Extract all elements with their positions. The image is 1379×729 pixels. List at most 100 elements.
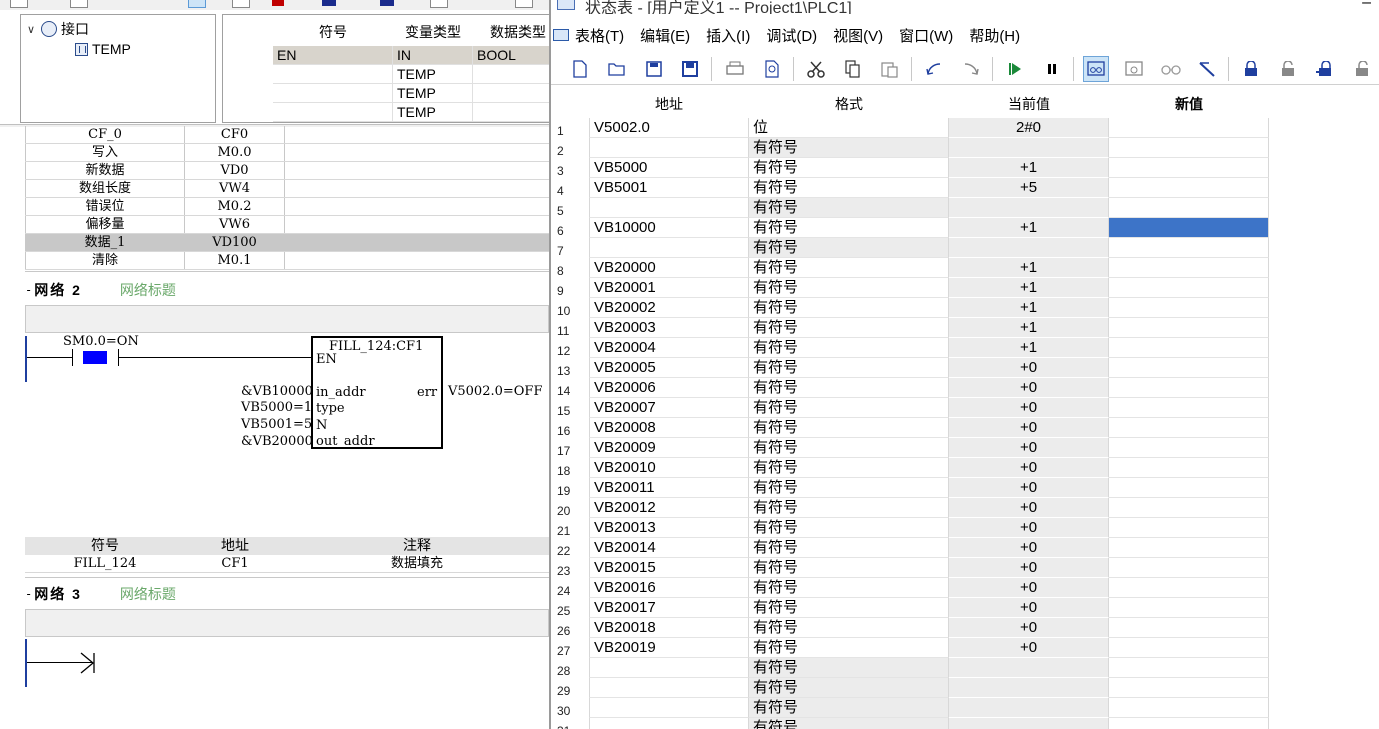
cell-new-value[interactable] xyxy=(1109,518,1269,538)
cell-data-type[interactable] xyxy=(473,65,549,84)
cell-address[interactable]: VB5001 xyxy=(589,178,749,198)
cell-address[interactable]: VB20017 xyxy=(589,598,749,618)
cell-new-value[interactable] xyxy=(1109,218,1269,238)
cell-symbol[interactable]: 偏移量 xyxy=(25,216,185,233)
row-number[interactable]: 16 xyxy=(551,418,589,438)
row-number[interactable]: 28 xyxy=(551,658,589,678)
row-number[interactable]: 25 xyxy=(551,598,589,618)
row-number[interactable]: 29 xyxy=(551,678,589,698)
column-header-current-value[interactable]: 当前值 xyxy=(949,90,1109,118)
cell-comment[interactable] xyxy=(285,144,549,161)
column-header-format[interactable]: 格式 xyxy=(749,90,949,118)
chevron-down-icon[interactable]: ∨ xyxy=(25,23,37,36)
cell-new-value[interactable] xyxy=(1109,598,1269,618)
cell-format[interactable]: 有符号 xyxy=(749,578,949,598)
cell-format[interactable]: 有符号 xyxy=(749,398,949,418)
lock-icon[interactable] xyxy=(1238,56,1264,82)
cell-address[interactable]: VB20009 xyxy=(589,438,749,458)
table-row[interactable]: 11 VB20003 有符号 +1 xyxy=(551,318,1269,338)
cell-symbol[interactable]: 数据_1 xyxy=(25,234,185,251)
cell-format[interactable]: 有符号 xyxy=(749,338,949,358)
single-read-icon[interactable] xyxy=(1121,56,1147,82)
glasses-icon[interactable] xyxy=(1158,56,1184,82)
cell-format[interactable]: 有符号 xyxy=(749,618,949,638)
redo-icon[interactable] xyxy=(958,56,984,82)
tree-node-interface[interactable]: ∨ 接口 xyxy=(25,19,89,39)
table-row[interactable]: 9 VB20001 有符号 +1 xyxy=(551,278,1269,298)
cell-format[interactable]: 有符号 xyxy=(749,558,949,578)
menu-debug[interactable]: 调试(D) xyxy=(766,25,817,46)
cell-new-value[interactable] xyxy=(1109,438,1269,458)
row-number[interactable]: 10 xyxy=(551,298,589,318)
cell-address[interactable]: VB20010 xyxy=(589,458,749,478)
cell-new-value[interactable] xyxy=(1109,718,1269,729)
table-row[interactable]: TEMP xyxy=(223,103,549,122)
table-row[interactable]: CF_0 CF0 xyxy=(25,126,549,144)
network-comment-title[interactable]: 网络标题 xyxy=(120,280,176,300)
cell-address[interactable]: M0.2 xyxy=(185,198,285,215)
row-number[interactable]: 14 xyxy=(551,378,589,398)
table-row[interactable]: 13 VB20005 有符号 +0 xyxy=(551,358,1269,378)
network-3-title[interactable]: - 网络 3 网络标题 xyxy=(25,584,176,604)
network-2-title[interactable]: - 网络 2 网络标题 xyxy=(25,280,176,300)
cell-new-value[interactable] xyxy=(1109,318,1269,338)
cell-address[interactable]: CF0 xyxy=(185,126,285,143)
table-row[interactable]: 27 VB20019 有符号 +0 xyxy=(551,638,1269,658)
cell-address[interactable]: VB20002 xyxy=(589,298,749,318)
row-number[interactable]: 2 xyxy=(551,138,589,158)
cell-data-type[interactable] xyxy=(473,103,549,122)
toolbar-button[interactable] xyxy=(430,0,448,8)
cell-address[interactable]: VW4 xyxy=(185,180,285,197)
cell-new-value[interactable] xyxy=(1109,158,1269,178)
cell-format[interactable]: 有符号 xyxy=(749,698,949,718)
table-row[interactable]: 新数据 VD0 xyxy=(25,162,549,180)
cell-address[interactable]: VB20000 xyxy=(589,258,749,278)
cell-address[interactable]: VB20019 xyxy=(589,638,749,658)
cell-address[interactable] xyxy=(589,678,749,698)
cell-format[interactable]: 有符号 xyxy=(749,158,949,178)
table-row[interactable]: 10 VB20002 有符号 +1 xyxy=(551,298,1269,318)
cell-symbol[interactable]: 新数据 xyxy=(25,162,185,179)
minimize-button[interactable]: – xyxy=(1362,0,1371,12)
table-row[interactable]: EN IN BOOL xyxy=(223,46,549,65)
toolbar-button[interactable] xyxy=(232,0,250,8)
table-row[interactable]: 偏移量 VW6 xyxy=(25,216,549,234)
table-row[interactable]: FILL_124 CF1 数据填充 xyxy=(25,555,549,573)
row-number[interactable]: 3 xyxy=(551,158,589,178)
write-icon[interactable] xyxy=(1194,56,1220,82)
fill-function-block[interactable]: FILL_124:CF1 EN in_addr type N out_addr … xyxy=(311,336,443,449)
network-comment-title[interactable]: 网络标题 xyxy=(120,584,176,604)
row-number[interactable]: 24 xyxy=(551,578,589,598)
cell-new-value[interactable] xyxy=(1109,298,1269,318)
cell-format[interactable]: 有符号 xyxy=(749,378,949,398)
table-row[interactable]: 14 VB20006 有符号 +0 xyxy=(551,378,1269,398)
cell-format[interactable]: 有符号 xyxy=(749,658,949,678)
cell-format[interactable]: 有符号 xyxy=(749,258,949,278)
copy-icon[interactable] xyxy=(840,56,866,82)
row-number[interactable]: 22 xyxy=(551,538,589,558)
cell-var-type[interactable]: TEMP xyxy=(393,103,473,122)
row-number[interactable]: 23 xyxy=(551,558,589,578)
cell-format[interactable]: 有符号 xyxy=(749,498,949,518)
table-row[interactable]: TEMP xyxy=(223,65,549,84)
table-row[interactable]: 3 VB5000 有符号 +1 xyxy=(551,158,1269,178)
cell-address[interactable]: VB20006 xyxy=(589,378,749,398)
cell-comment[interactable] xyxy=(285,198,549,215)
row-number[interactable]: 17 xyxy=(551,438,589,458)
row-number[interactable]: 11 xyxy=(551,318,589,338)
table-row[interactable]: 5 有符号 xyxy=(551,198,1269,218)
cell-new-value[interactable] xyxy=(1109,538,1269,558)
cell-var-type[interactable]: TEMP xyxy=(393,84,473,103)
cell-format[interactable]: 有符号 xyxy=(749,178,949,198)
cell-address[interactable] xyxy=(589,698,749,718)
table-row[interactable]: 清除 M0.1 xyxy=(25,252,549,270)
cell-new-value[interactable] xyxy=(1109,238,1269,258)
undo-icon[interactable] xyxy=(921,56,947,82)
cell-new-value[interactable] xyxy=(1109,118,1269,138)
table-row[interactable]: 数组长度 VW4 xyxy=(25,180,549,198)
cell-new-value[interactable] xyxy=(1109,578,1269,598)
paste-icon[interactable] xyxy=(877,56,903,82)
cell-var-type[interactable]: TEMP xyxy=(393,65,473,84)
table-row[interactable]: 25 VB20017 有符号 +0 xyxy=(551,598,1269,618)
table-row[interactable]: 20 VB20012 有符号 +0 xyxy=(551,498,1269,518)
